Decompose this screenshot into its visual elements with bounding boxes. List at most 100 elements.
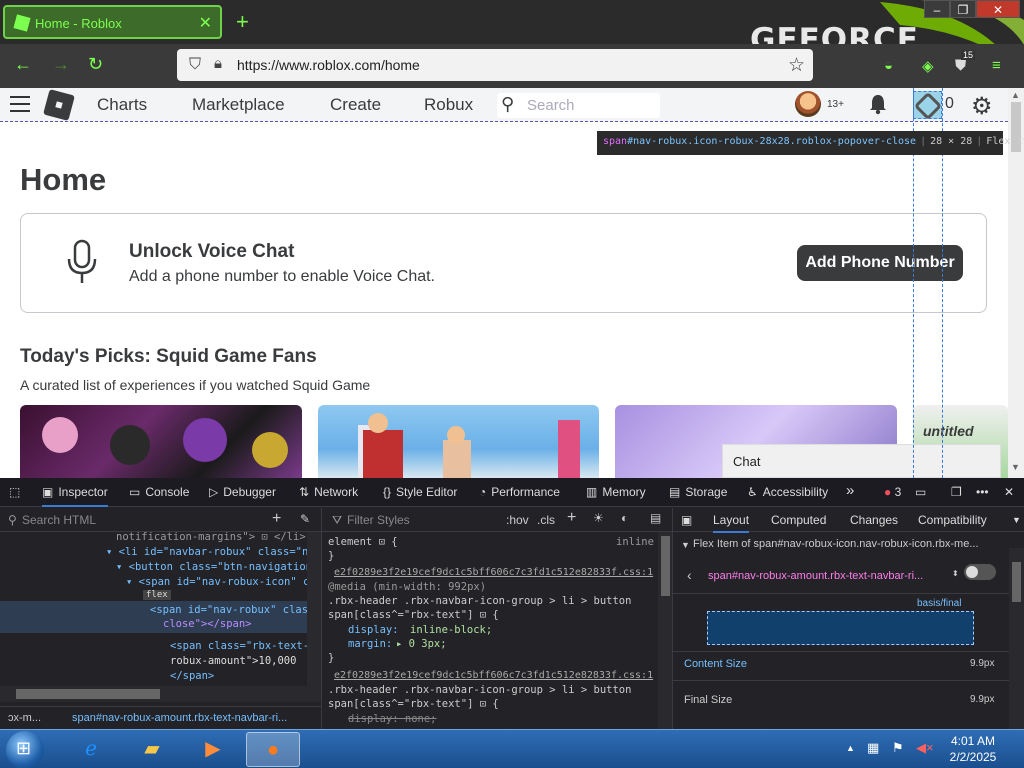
html-line[interactable]: ▾ <button class="btn-navigation- — [116, 561, 318, 573]
hover-state-toggle[interactable]: :hov — [506, 513, 529, 527]
firefox-icon[interactable]: ● — [246, 732, 300, 767]
file-explorer-icon[interactable]: ▰ — [125, 732, 179, 767]
pocket-icon[interactable]: ◒ — [884, 57, 893, 74]
tab-performance[interactable]: ◔ Performance — [479, 485, 560, 499]
tab-close-icon[interactable]: ✕ — [199, 13, 212, 33]
highlight-toggle[interactable] — [964, 564, 996, 580]
tab-compatibility[interactable]: Compatibility — [918, 513, 987, 527]
breadcrumb-item-current[interactable]: span#nav-robux-amount.rbx-text-navbar-ri… — [72, 712, 287, 724]
breadcrumb-item[interactable]: ɔx-m... — [8, 712, 41, 724]
menu-icon[interactable]: ≡ — [992, 57, 1001, 74]
dark-theme-icon[interactable]: ◐ — [621, 511, 628, 525]
css-selector[interactable]: span[class^="rbx-text"] ⊡ { — [328, 609, 499, 621]
browser-tab[interactable]: Home - Roblox ✕ — [3, 5, 222, 39]
hamburger-menu-icon[interactable] — [10, 96, 30, 117]
add-phone-number-button[interactable]: Add Phone Number — [797, 245, 963, 281]
scroll-up-icon[interactable]: ▲ — [1011, 90, 1020, 100]
flex-badge[interactable]: flex — [143, 590, 171, 600]
nav-robux[interactable]: Robux — [424, 95, 473, 115]
error-count[interactable]: ● 3 — [884, 485, 901, 499]
html-line[interactable]: notification-margins"> ⊡ </li> — [116, 531, 306, 543]
experience-thumbnail-1[interactable] — [20, 405, 302, 478]
html-line[interactable]: robux-amount">10,000 — [170, 655, 296, 667]
css-line[interactable]: element ⊡ { — [328, 536, 398, 548]
layout-vscroll-thumb[interactable] — [1012, 562, 1021, 602]
tab-changes[interactable]: Changes — [850, 513, 898, 527]
reload-icon[interactable]: ↻ — [88, 54, 103, 75]
tab-debugger[interactable]: ▷ Debugger — [209, 485, 276, 499]
responsive-mode-icon[interactable]: ▭ — [915, 485, 926, 499]
nav-charts[interactable]: Charts — [97, 95, 147, 115]
eyedropper-icon[interactable]: ✎ — [300, 512, 310, 526]
chat-bar[interactable]: Chat — [722, 444, 1001, 478]
search-html-input[interactable]: Search HTML — [22, 513, 96, 527]
extension-icon[interactable]: ◈ — [922, 57, 934, 75]
html-line[interactable]: close"></span> — [163, 618, 252, 630]
css-value[interactable]: ▸ 0 3px; — [396, 638, 447, 650]
add-rule-icon[interactable]: + — [567, 509, 576, 527]
html-vscrollbar[interactable] — [307, 532, 321, 702]
select-arrows-icon[interactable]: ⬍ — [952, 569, 959, 578]
more-tabs-chevron-icon[interactable]: ▼ — [1012, 515, 1021, 525]
network-tray-icon[interactable]: ▦ — [867, 740, 879, 756]
element-picker-icon[interactable]: ⬚ — [9, 485, 20, 499]
sidebar-toggle-icon[interactable]: ▣ — [681, 513, 692, 527]
overflow-menu-icon[interactable]: ••• — [976, 485, 989, 499]
clock-time[interactable]: 4:01 AM — [944, 734, 1002, 748]
experience-thumbnail-2[interactable] — [318, 405, 599, 478]
html-line[interactable]: ▾ <li id="navbar-robux" class="nav — [106, 546, 321, 558]
more-tabs-icon[interactable]: » — [846, 482, 854, 499]
css-selector[interactable]: .rbx-header .rbx-navbar-icon-group > li … — [328, 595, 631, 607]
css-source-link[interactable]: e2f0289e3f2e19cef9dc1c5bff606c7c3fd1c512… — [334, 670, 653, 681]
roblox-search-box[interactable]: ⚲ Search — [497, 93, 660, 118]
start-button[interactable]: ⊞ — [6, 731, 44, 768]
tab-layout[interactable]: Layout — [713, 513, 750, 533]
light-theme-icon[interactable]: ☀ — [593, 511, 604, 525]
notification-bell-icon[interactable] — [867, 93, 889, 115]
tray-expand-icon[interactable]: ▲ — [846, 743, 855, 753]
flex-item-select[interactable]: span#nav-robux-amount.rbx-text-navbar-ri… — [708, 570, 923, 582]
volume-muted-icon[interactable]: ◀× — [916, 740, 934, 756]
css-overridden-property[interactable]: display: none; — [348, 713, 437, 725]
bookmark-star-icon[interactable]: ☆ — [788, 54, 805, 77]
internet-explorer-icon[interactable]: ℯ — [64, 732, 118, 767]
robux-icon-highlight[interactable] — [913, 91, 943, 121]
html-hscrollbar[interactable] — [0, 686, 307, 702]
close-window-button[interactable]: ✕ — [976, 0, 1020, 18]
css-selector[interactable]: span[class^="rbx-text"] ⊡ { — [328, 698, 499, 710]
html-line-selected[interactable]: <span id="nav-robux" class= — [150, 604, 321, 616]
css-source-link[interactable]: e2f0289e3f2e19cef9dc1c5bff606c7c3fd1c512… — [334, 567, 653, 578]
lock-icon[interactable]: 🔒︎ — [214, 55, 222, 72]
tab-accessibility[interactable]: ♿︎ Accessibility — [747, 485, 828, 499]
url-text[interactable]: https://www.roblox.com/home — [237, 57, 420, 73]
tab-style-editor[interactable]: {} Style Editor — [383, 485, 457, 499]
css-selector[interactable]: .rbx-header .rbx-navbar-icon-group > li … — [328, 684, 631, 696]
shield-icon[interactable]: ⛉ — [189, 56, 201, 74]
html-line[interactable]: </span> — [170, 670, 214, 682]
add-node-icon[interactable]: + — [272, 510, 281, 528]
tab-inspector[interactable]: ▣ Inspector — [42, 485, 108, 507]
html-hscroll-thumb[interactable] — [16, 689, 160, 699]
new-tab-button[interactable]: + — [236, 9, 249, 35]
maximize-button[interactable]: ❐ — [950, 0, 976, 18]
print-media-icon[interactable]: ▤ — [650, 511, 661, 525]
gear-icon[interactable]: ⚙ — [971, 92, 993, 121]
minimize-button[interactable]: – — [924, 0, 950, 18]
tab-computed[interactable]: Computed — [771, 513, 826, 527]
css-vscrollbar[interactable] — [658, 532, 672, 729]
collapse-chevron-icon[interactable]: ▼ — [681, 540, 690, 550]
roblox-logo[interactable] — [43, 89, 75, 121]
back-arrow-icon[interactable]: ← — [14, 54, 32, 75]
layout-vscrollbar[interactable] — [1009, 548, 1024, 729]
css-value[interactable]: inline-block; — [410, 624, 492, 636]
css-vscroll-thumb[interactable] — [661, 536, 670, 596]
clock-date[interactable]: 2/2/2025 — [944, 750, 1002, 764]
html-line[interactable]: ▾ <span id="nav-robux-icon" cl — [126, 576, 316, 588]
tab-network[interactable]: ⇅ Network — [299, 485, 358, 499]
action-center-flag-icon[interactable]: ⚑ — [892, 740, 904, 756]
scroll-down-icon[interactable]: ▼ — [1011, 462, 1020, 472]
avatar[interactable] — [795, 91, 821, 117]
dock-icon[interactable]: ❐ — [951, 485, 962, 499]
tab-console[interactable]: ▭ Console — [129, 485, 189, 499]
close-devtools-icon[interactable]: ✕ — [1004, 485, 1014, 499]
